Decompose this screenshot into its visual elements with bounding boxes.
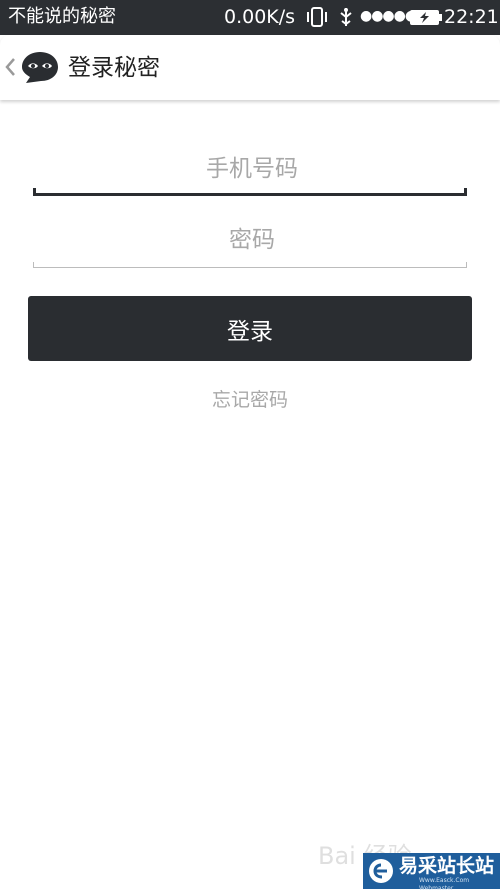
page-title: 登录秘密	[68, 55, 160, 81]
site-logo-icon	[369, 859, 393, 883]
status-net-speed: 0.00K/s	[224, 6, 296, 28]
status-bar: 不能说的秘密 0.00K/s ●●●●● 22:21	[0, 0, 500, 35]
vibrate-icon	[307, 7, 327, 27]
battery-charging-icon	[410, 10, 442, 25]
site-watermark-badge: 易采站长站 Www.Easck.Com Webmaster	[363, 853, 500, 892]
status-app-name: 不能说的秘密	[8, 6, 116, 27]
site-name: 易采站长站	[399, 855, 495, 877]
site-url: Www.Easck.Com Webmaster	[419, 877, 470, 892]
login-button[interactable]: 登录	[28, 296, 472, 361]
phone-field-underline	[33, 188, 467, 196]
phone-field	[33, 148, 471, 196]
masked-face-logo-icon	[22, 52, 58, 83]
forgot-password-link[interactable]: 忘记密码	[0, 385, 500, 412]
usb-icon	[340, 8, 352, 26]
chevron-left-icon[interactable]	[2, 53, 18, 81]
password-field	[33, 222, 471, 268]
signal-icon: ●●●●●	[360, 8, 417, 24]
action-bar: 登录秘密	[0, 35, 500, 100]
password-field-underline	[33, 262, 467, 268]
status-time: 22:21	[444, 6, 499, 28]
password-input[interactable]	[33, 222, 471, 258]
phone-input[interactable]	[33, 150, 471, 188]
